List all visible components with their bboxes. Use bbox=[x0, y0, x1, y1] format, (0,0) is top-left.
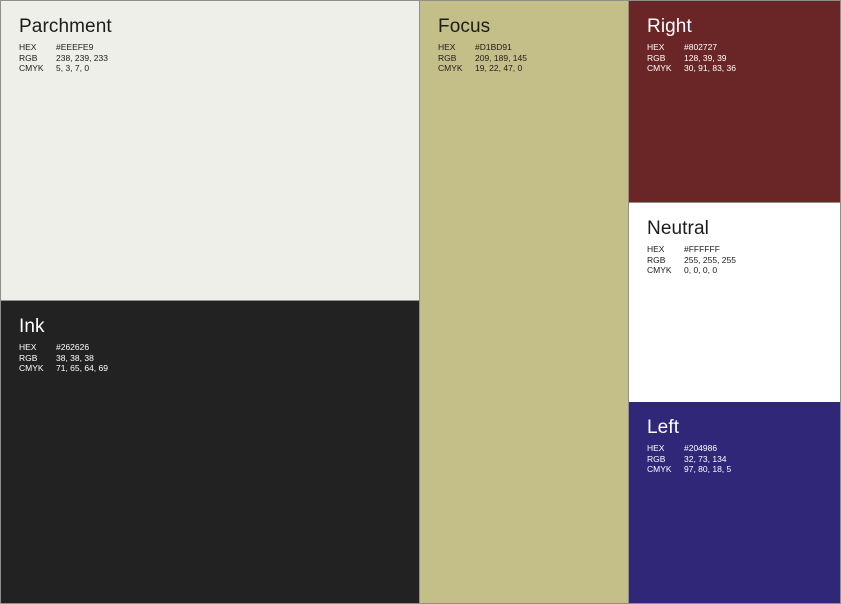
rgb-label: RGB bbox=[647, 52, 666, 63]
cmyk-row: CMYK 97, 80, 18, 5 bbox=[647, 464, 840, 475]
rgb-value: 255, 255, 255 bbox=[684, 254, 736, 265]
rgb-row: RGB 255, 255, 255 bbox=[647, 255, 840, 266]
cmyk-row: CMYK 0, 0, 0, 0 bbox=[647, 265, 840, 276]
swatch-name: Left bbox=[647, 417, 680, 438]
swatch-ink: Ink HEX #262626 RGB 38, 38, 38 CMYK 71, … bbox=[1, 301, 420, 603]
hex-row: HEX #D1BD91 bbox=[438, 42, 628, 53]
swatch-parchment: Parchment HEX #EEEFE9 RGB 238, 239, 233 … bbox=[1, 1, 420, 301]
cmyk-label: CMYK bbox=[19, 63, 44, 73]
swatch-name: Parchment bbox=[19, 16, 112, 37]
cmyk-row: CMYK 30, 91, 83, 36 bbox=[647, 63, 840, 74]
cmyk-value: 97, 80, 18, 5 bbox=[684, 464, 732, 474]
rgb-row: RGB 32, 73, 134 bbox=[647, 454, 840, 465]
cmyk-label: CMYK bbox=[438, 63, 463, 73]
hex-value: #D1BD91 bbox=[475, 42, 512, 52]
rgb-value: 128, 39, 39 bbox=[684, 52, 727, 63]
hex-label: HEX bbox=[19, 42, 37, 52]
swatch-name: Ink bbox=[19, 316, 45, 337]
hex-row: HEX #204986 bbox=[647, 443, 840, 454]
cmyk-label: CMYK bbox=[647, 464, 672, 474]
rgb-row: RGB 209, 189, 145 bbox=[438, 53, 628, 64]
color-palette: Parchment HEX #EEEFE9 RGB 238, 239, 233 … bbox=[0, 0, 841, 604]
cmyk-value: 0, 0, 0, 0 bbox=[684, 265, 718, 275]
cmyk-row: CMYK 71, 65, 64, 69 bbox=[19, 363, 419, 374]
hex-row: HEX #262626 bbox=[19, 342, 419, 353]
rgb-label: RGB bbox=[647, 453, 666, 464]
rgb-row: RGB 128, 39, 39 bbox=[647, 53, 840, 64]
hex-row: HEX #FFFFFF bbox=[647, 244, 840, 255]
rgb-label: RGB bbox=[647, 254, 666, 265]
hex-row: HEX #EEEFE9 bbox=[19, 42, 419, 53]
swatch-name: Right bbox=[647, 16, 692, 37]
cmyk-value: 19, 22, 47, 0 bbox=[475, 63, 523, 73]
swatch-left: Left HEX #204986 RGB 32, 73, 134 CMYK 97… bbox=[629, 402, 840, 603]
swatch-name: Neutral bbox=[647, 218, 709, 239]
swatch-right: Right HEX #802727 RGB 128, 39, 39 CMYK 3… bbox=[629, 1, 840, 202]
hex-label: HEX bbox=[647, 244, 665, 254]
rgb-value: 38, 38, 38 bbox=[56, 352, 94, 363]
rgb-row: RGB 238, 239, 233 bbox=[19, 53, 419, 64]
hex-value: #FFFFFF bbox=[684, 244, 720, 254]
swatch-neutral: Neutral HEX #FFFFFF RGB 255, 255, 255 CM… bbox=[629, 202, 840, 402]
cmyk-row: CMYK 19, 22, 47, 0 bbox=[438, 63, 628, 74]
rgb-value: 238, 239, 233 bbox=[56, 52, 108, 63]
rgb-row: RGB 38, 38, 38 bbox=[19, 353, 419, 364]
cmyk-label: CMYK bbox=[647, 265, 672, 275]
hex-label: HEX bbox=[438, 42, 456, 52]
cmyk-value: 71, 65, 64, 69 bbox=[56, 363, 108, 373]
hex-value: #204986 bbox=[684, 443, 718, 453]
hex-value: #EEEFE9 bbox=[56, 42, 94, 52]
hex-row: HEX #802727 bbox=[647, 42, 840, 53]
cmyk-label: CMYK bbox=[647, 63, 672, 73]
cmyk-value: 30, 91, 83, 36 bbox=[684, 63, 736, 73]
swatch-focus: Focus HEX #D1BD91 RGB 209, 189, 145 CMYK… bbox=[420, 1, 629, 603]
hex-value: #802727 bbox=[684, 42, 718, 52]
rgb-label: RGB bbox=[19, 352, 38, 363]
cmyk-value: 5, 3, 7, 0 bbox=[56, 63, 90, 73]
rgb-value: 209, 189, 145 bbox=[475, 52, 527, 63]
cmyk-label: CMYK bbox=[19, 363, 44, 373]
rgb-value: 32, 73, 134 bbox=[684, 453, 727, 464]
hex-label: HEX bbox=[647, 42, 665, 52]
hex-label: HEX bbox=[647, 443, 665, 453]
swatch-name: Focus bbox=[438, 16, 491, 37]
hex-label: HEX bbox=[19, 342, 37, 352]
hex-value: #262626 bbox=[56, 342, 90, 352]
cmyk-row: CMYK 5, 3, 7, 0 bbox=[19, 63, 419, 74]
rgb-label: RGB bbox=[19, 52, 38, 63]
rgb-label: RGB bbox=[438, 52, 457, 63]
